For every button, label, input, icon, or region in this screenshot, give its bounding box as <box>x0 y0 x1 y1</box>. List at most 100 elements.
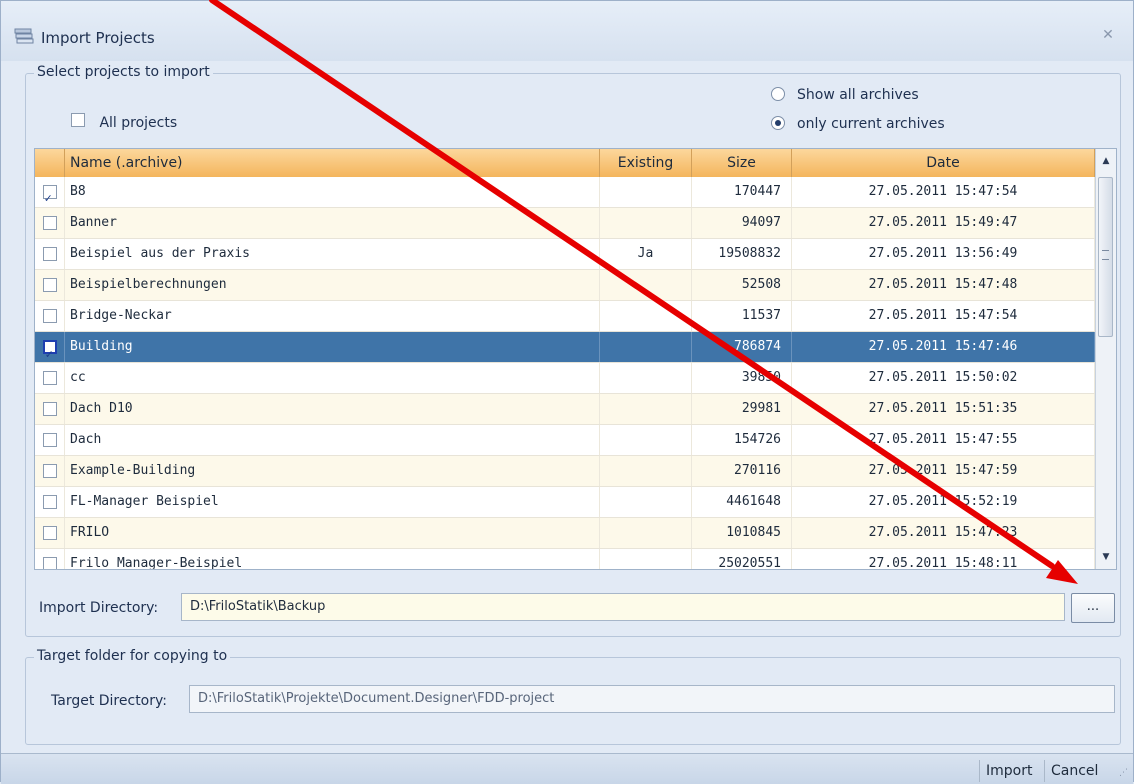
table-row[interactable]: FRILO 1010845 27.05.2011 15:47:23 <box>35 518 1095 549</box>
header-check-column <box>35 149 65 177</box>
row-date: 27.05.2011 15:47:46 <box>792 332 1095 362</box>
row-check-icon[interactable] <box>42 432 57 447</box>
row-size: 1010845 <box>692 518 792 548</box>
row-check-icon[interactable] <box>42 556 57 569</box>
row-checkbox[interactable] <box>35 487 65 517</box>
row-checkbox[interactable] <box>35 363 65 393</box>
row-existing <box>600 363 692 393</box>
row-size: 39850 <box>692 363 792 393</box>
row-existing <box>600 518 692 548</box>
table-row[interactable]: Dach 154726 27.05.2011 15:47:55 <box>35 425 1095 456</box>
row-existing <box>600 270 692 300</box>
row-size: 52508 <box>692 270 792 300</box>
row-existing <box>600 487 692 517</box>
target-folder-legend: Target folder for copying to <box>34 648 231 664</box>
close-icon[interactable]: ✕ <box>1097 27 1119 45</box>
row-date: 27.05.2011 15:52:19 <box>792 487 1095 517</box>
row-check-icon[interactable] <box>42 494 57 509</box>
all-projects-checkbox[interactable]: All projects <box>71 113 177 131</box>
radio-only-current-label: only current archives <box>797 116 945 132</box>
title-bar: Import Projects ✕ <box>1 1 1133 61</box>
table-row[interactable]: FL-Manager Beispiel 4461648 27.05.2011 15:… <box>35 487 1095 518</box>
row-checkbox[interactable] <box>35 332 65 362</box>
row-date: 27.05.2011 15:51:35 <box>792 394 1095 424</box>
row-existing <box>600 332 692 362</box>
table-row[interactable]: Dach D10 29981 27.05.2011 15:51:35 <box>35 394 1095 425</box>
import-directory-label: Import Directory: <box>39 600 159 616</box>
header-size[interactable]: Size <box>692 149 792 177</box>
row-checkbox[interactable] <box>35 549 65 569</box>
row-existing <box>600 425 692 455</box>
header-date[interactable]: Date <box>792 149 1095 177</box>
row-checkbox[interactable] <box>35 456 65 486</box>
radio-only-current-archives[interactable]: only current archives <box>771 116 945 132</box>
row-date: 27.05.2011 15:50:02 <box>792 363 1095 393</box>
table-row[interactable]: Beispielberechnungen 52508 27.05.2011 15:4… <box>35 270 1095 301</box>
row-check-icon[interactable] <box>42 277 57 292</box>
row-name: Dach <box>65 425 600 455</box>
row-size: 4461648 <box>692 487 792 517</box>
table-row[interactable]: Bridge-Neckar 11537 27.05.2011 15:47:54 <box>35 301 1095 332</box>
resize-grip-icon[interactable]: ⋰ <box>1119 768 1128 778</box>
table-row[interactable]: B8 17044727.05.2011 15:47:54 <box>35 177 1095 208</box>
row-check-icon[interactable] <box>42 370 57 385</box>
projects-grid: Name (.archive) Existing Size Date B8 170… <box>34 148 1117 570</box>
row-checkbox[interactable] <box>35 177 65 207</box>
row-date: 27.05.2011 15:47:55 <box>792 425 1095 455</box>
row-check-icon[interactable] <box>42 401 57 416</box>
row-size: 270116 <box>692 456 792 486</box>
row-size: 786874 <box>692 332 792 362</box>
row-check-icon[interactable] <box>42 215 57 230</box>
row-date: 27.05.2011 15:47:59 <box>792 456 1095 486</box>
row-checkbox[interactable] <box>35 425 65 455</box>
row-date: 27.05.2011 15:49:47 <box>792 208 1095 238</box>
vertical-scrollbar[interactable]: ▲ ▼ <box>1095 149 1116 569</box>
scroll-up-icon[interactable]: ▲ <box>1096 153 1116 169</box>
row-check-icon[interactable] <box>42 525 57 540</box>
table-row[interactable]: Example-Building 270116 27.05.2011 15:47:5… <box>35 456 1095 487</box>
table-row[interactable]: Building 78687427.05.2011 15:47:46 <box>35 332 1095 363</box>
row-checkbox[interactable] <box>35 394 65 424</box>
scrollbar-thumb[interactable] <box>1098 177 1113 337</box>
cancel-button[interactable]: Cancel <box>1044 760 1104 782</box>
header-existing[interactable]: Existing <box>600 149 692 177</box>
row-check-icon[interactable] <box>42 183 57 207</box>
row-checkbox[interactable] <box>35 518 65 548</box>
table-row[interactable]: Banner 94097 27.05.2011 15:49:47 <box>35 208 1095 239</box>
row-checkbox[interactable] <box>35 270 65 300</box>
target-directory-field: D:\FriloStatik\Projekte\Document.Designe… <box>189 685 1115 713</box>
row-size: 25020551 <box>692 549 792 569</box>
target-directory-label: Target Directory: <box>51 693 167 709</box>
row-size: 29981 <box>692 394 792 424</box>
row-existing <box>600 456 692 486</box>
radio-show-all-icon[interactable] <box>771 87 785 101</box>
dialog-footer: Import Cancel ⋰ <box>1 753 1133 784</box>
all-projects-label: All projects <box>99 115 178 131</box>
row-date: 27.05.2011 15:48:11 <box>792 549 1095 569</box>
row-checkbox[interactable] <box>35 208 65 238</box>
row-checkbox[interactable] <box>35 301 65 331</box>
row-check-icon[interactable] <box>42 463 57 478</box>
row-name: B8 <box>65 177 600 207</box>
table-row[interactable]: Frilo Manager-Beispiel 25020551 27.05.2011… <box>35 549 1095 569</box>
import-button[interactable]: Import <box>979 760 1038 782</box>
row-check-icon[interactable] <box>42 339 57 362</box>
row-name: Example-Building <box>65 456 600 486</box>
browse-button[interactable]: ... <box>1071 593 1115 623</box>
row-size: 11537 <box>692 301 792 331</box>
projects-stack-icon <box>13 27 35 47</box>
row-check-icon[interactable] <box>42 308 57 323</box>
row-name: Beispielberechnungen <box>65 270 600 300</box>
radio-only-current-icon[interactable] <box>771 116 785 130</box>
row-check-icon[interactable] <box>42 246 57 261</box>
row-name: Dach D10 <box>65 394 600 424</box>
table-row[interactable]: cc 39850 27.05.2011 15:50:02 <box>35 363 1095 394</box>
import-directory-field[interactable]: D:\FriloStatik\Backup <box>181 593 1065 621</box>
scroll-down-icon[interactable]: ▼ <box>1096 549 1116 565</box>
row-name: Banner <box>65 208 600 238</box>
row-checkbox[interactable] <box>35 239 65 269</box>
all-projects-check[interactable] <box>71 113 85 127</box>
header-name[interactable]: Name (.archive) <box>65 149 600 177</box>
radio-show-all-archives[interactable]: Show all archives <box>771 87 919 103</box>
table-row[interactable]: Beispiel aus der Praxis Ja 19508832 27.05.2… <box>35 239 1095 270</box>
